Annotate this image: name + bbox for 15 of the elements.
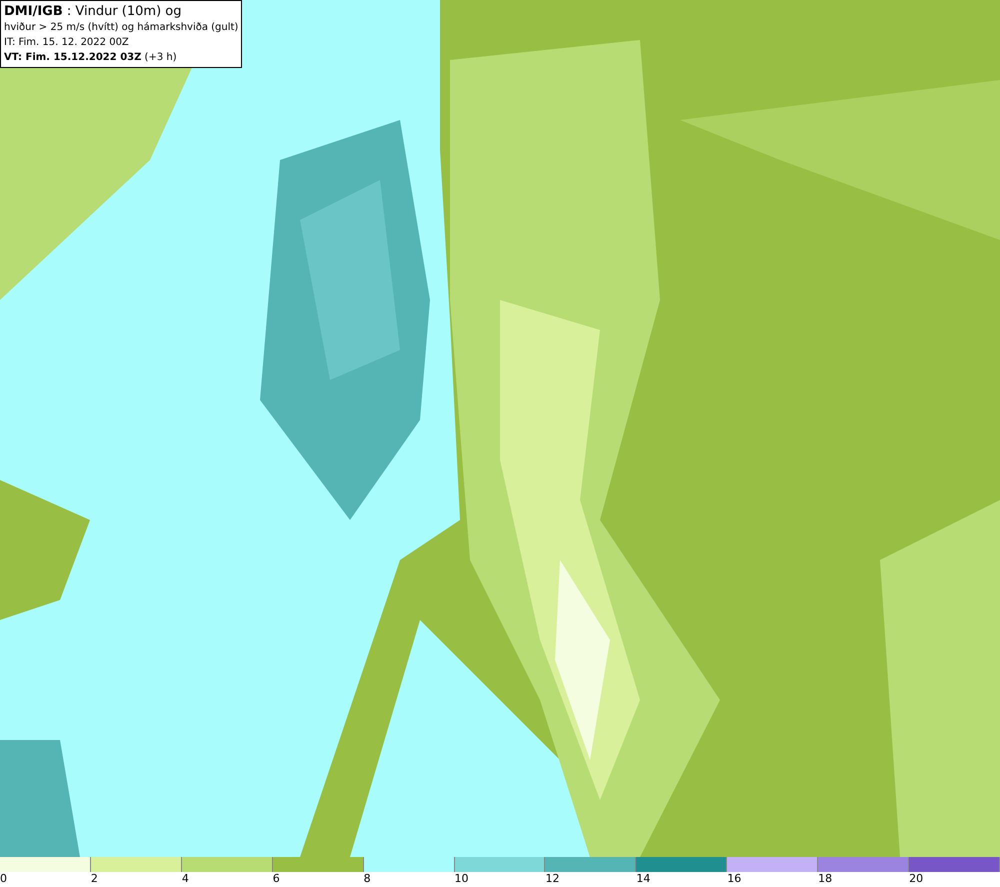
legend-label: 2: [90, 872, 98, 886]
map-title: DMI/IGB : Vindur (10m) og: [4, 3, 182, 20]
legend-label: 14: [636, 872, 650, 886]
legend-label: 18: [818, 872, 832, 886]
legend-label: 6: [272, 872, 280, 886]
map-subtitle: IT: Fim. 15. 12. 2022 00Z: [4, 36, 130, 50]
legend-label: 4: [182, 872, 189, 886]
map-subtitle: VT: Fim. 15.12.2022 03Z (+3 h): [4, 51, 178, 65]
legend-label: 12: [545, 872, 560, 886]
legend-label: 0: [0, 872, 7, 886]
legend-label: 20: [909, 872, 924, 886]
map-subtitle: hviður > 25 m/s (hvítt) og hámarkshviða (gult): [4, 21, 238, 35]
legend-label: 16: [727, 872, 742, 886]
legend-label: 8: [364, 872, 371, 886]
legend-label: 10: [454, 872, 469, 886]
